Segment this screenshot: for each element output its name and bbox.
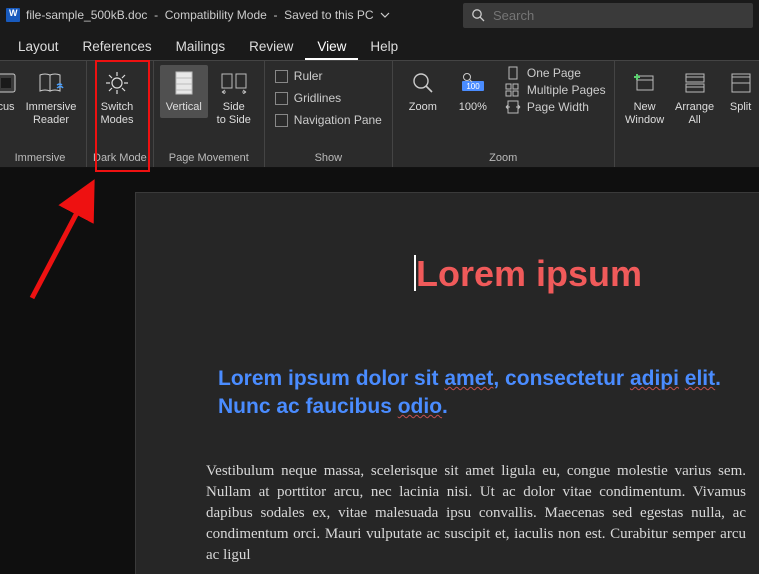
- chevron-down-icon[interactable]: [380, 12, 390, 18]
- split-button[interactable]: Split: [721, 65, 759, 118]
- gridlines-checkbox[interactable]: Gridlines: [271, 89, 386, 107]
- tab-help[interactable]: Help: [358, 35, 410, 60]
- group-label-zoom: Zoom: [399, 150, 608, 167]
- group-immersive: cus Immersive Reader Immersive: [0, 61, 87, 167]
- document-heading[interactable]: Lorem ipsum: [416, 253, 759, 295]
- filename: file-sample_500kB.doc: [26, 8, 147, 22]
- pct100-icon: 100: [459, 69, 487, 97]
- vertical-button[interactable]: Vertical: [160, 65, 208, 118]
- split-label: Split: [730, 101, 751, 114]
- compat-mode: Compatibility Mode: [165, 8, 267, 22]
- immersive-reader-icon: [37, 69, 65, 97]
- tab-references[interactable]: References: [71, 35, 164, 60]
- pct100-label: 100%: [459, 101, 487, 114]
- search-icon: [471, 8, 485, 22]
- immersive-reader-label: Immersive Reader: [26, 101, 77, 127]
- focus-icon: [0, 69, 20, 97]
- side-to-side-label: Side to Side: [217, 101, 251, 127]
- pct100-button[interactable]: 100 100%: [449, 65, 497, 118]
- tab-view[interactable]: View: [305, 35, 358, 60]
- one-page-icon: [505, 66, 521, 80]
- checkbox-icon: [275, 70, 288, 83]
- side-to-side-button[interactable]: Side to Side: [210, 65, 258, 131]
- tab-review[interactable]: Review: [237, 35, 305, 60]
- group-dark-mode: Switch Modes Dark Mode: [87, 61, 154, 167]
- side-to-side-icon: [220, 69, 248, 97]
- navigation-pane-checkbox[interactable]: Navigation Pane: [271, 111, 386, 129]
- checkbox-icon: [275, 92, 288, 105]
- group-label-window: [621, 150, 759, 167]
- page-width-icon: [505, 100, 521, 114]
- checkbox-icon: [275, 114, 288, 127]
- ribbon: cus Immersive Reader Immersive Switch: [0, 60, 759, 168]
- group-label-immersive: Immersive: [0, 150, 80, 167]
- group-show: Ruler Gridlines Navigation Pane Show: [265, 61, 393, 167]
- zoom-button[interactable]: Zoom: [399, 65, 447, 118]
- immersive-reader-button[interactable]: Immersive Reader: [22, 65, 80, 131]
- title-text: file-sample_500kB.doc - Compatibility Mo…: [26, 8, 374, 22]
- ribbon-tabs: Layout References Mailings Review View H…: [0, 30, 759, 60]
- switch-modes-label: Switch Modes: [100, 101, 133, 127]
- ruler-checkbox[interactable]: Ruler: [271, 67, 386, 85]
- group-page-movement: Vertical Side to Side Page Movement: [154, 61, 265, 167]
- group-zoom: Zoom 100 100% One Page Multiple Pages: [393, 61, 615, 167]
- new-window-icon: [631, 69, 659, 97]
- focus-button[interactable]: cus: [0, 65, 20, 118]
- zoom-label: Zoom: [409, 101, 437, 114]
- arrange-all-button[interactable]: Arrange All: [671, 65, 719, 131]
- tab-layout[interactable]: Layout: [6, 35, 71, 60]
- new-window-button[interactable]: New Window: [621, 65, 669, 131]
- group-window: New Window Arrange All Split: [615, 61, 759, 167]
- save-state: Saved to this PC: [284, 8, 373, 22]
- page-width-button[interactable]: Page Width: [503, 99, 608, 115]
- arrange-all-label: Arrange All: [675, 101, 714, 127]
- tab-mailings[interactable]: Mailings: [164, 35, 238, 60]
- svg-text:100: 100: [466, 82, 480, 91]
- vertical-icon: [170, 69, 198, 97]
- sun-icon: [103, 69, 131, 97]
- arrange-all-icon: [681, 69, 709, 97]
- group-label-dark-mode: Dark Mode: [93, 150, 147, 167]
- new-window-label: New Window: [625, 101, 664, 127]
- document-subheading[interactable]: Lorem ipsum dolor sit amet, consectetur …: [218, 365, 758, 421]
- multiple-pages-icon: [505, 83, 521, 97]
- word-window: file-sample_500kB.doc - Compatibility Mo…: [0, 0, 759, 574]
- switch-modes-button[interactable]: Switch Modes: [93, 65, 141, 131]
- app-icon: [6, 8, 20, 22]
- title-bar: file-sample_500kB.doc - Compatibility Mo…: [0, 0, 759, 30]
- split-icon: [727, 69, 755, 97]
- search-input[interactable]: [493, 8, 745, 23]
- one-page-button[interactable]: One Page: [503, 65, 608, 81]
- document-surface[interactable]: Lorem ipsum Lorem ipsum dolor sit amet, …: [0, 168, 759, 574]
- text-cursor: [414, 255, 416, 291]
- page: Lorem ipsum Lorem ipsum dolor sit amet, …: [135, 192, 759, 574]
- search-box[interactable]: [463, 3, 753, 28]
- vertical-label: Vertical: [166, 101, 202, 114]
- zoom-icon: [409, 69, 437, 97]
- group-label-page-movement: Page Movement: [160, 150, 258, 167]
- focus-label: cus: [0, 101, 15, 114]
- document-body[interactable]: Vestibulum neque massa, scelerisque sit …: [206, 461, 746, 566]
- group-label-show: Show: [271, 150, 386, 167]
- multiple-pages-button[interactable]: Multiple Pages: [503, 82, 608, 98]
